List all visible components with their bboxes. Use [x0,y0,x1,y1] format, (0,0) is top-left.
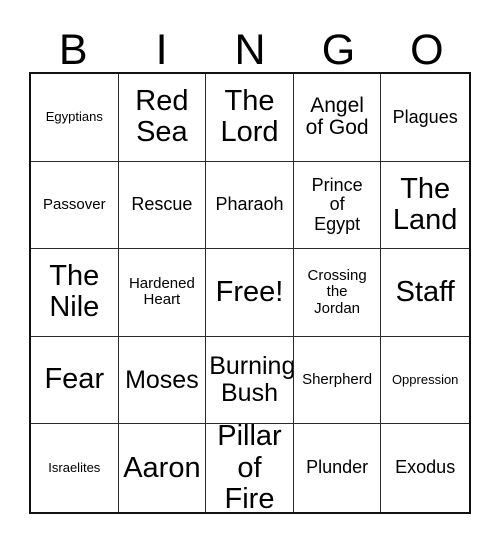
bingo-cell-label: Passover [43,195,106,213]
bingo-cell-label: Plagues [392,106,458,127]
bingo-cell[interactable]: Hardened Heart [118,249,207,337]
bingo-cell[interactable]: The Land [381,161,469,250]
bingo-cell[interactable]: Pharaoh [206,161,294,250]
bingo-cell-label: Free! [215,275,284,308]
bingo-cell-label: The Lord [220,84,279,149]
bingo-cell[interactable]: Fear [31,336,119,425]
bingo-cell-label: Aaron [123,451,201,484]
bingo-header-letter-g: G [321,26,356,74]
bingo-cell-label: The Land [392,172,458,236]
bingo-cell[interactable]: Rescue [118,161,207,250]
bingo-header-letter-b: B [58,26,88,74]
bingo-cell-label: Exodus [395,457,456,478]
bingo-cell[interactable]: Aaron [118,424,207,512]
bingo-header-letter-o: O [410,26,444,74]
bingo-cell-label: The Nile [49,260,100,324]
bingo-cell[interactable]: Oppression [381,336,469,425]
bingo-cell-label: Israelites [48,460,101,476]
bingo-cell-label: Prince of Egypt [311,174,363,234]
bingo-cell[interactable]: Passover [31,161,119,250]
bingo-cell-label: Pharaoh [215,194,284,215]
bingo-header-row: B I N G O [29,18,471,72]
bingo-cell-label: Hardened Heart [128,275,195,309]
bingo-cell[interactable]: Plunder [293,424,382,512]
bingo-cell[interactable]: The Lord [206,74,294,162]
bingo-cell-label: Fear [44,363,105,396]
bingo-cell[interactable]: Egyptians [31,74,119,162]
bingo-cell-label: Egyptians [45,109,103,125]
bingo-header-letter-n: N [234,26,266,74]
bingo-cell-label: Red Sea [135,84,189,149]
bingo-cell[interactable]: Moses [118,336,207,425]
bingo-cell-label: Angel of God [305,93,369,140]
bingo-cell-label: Plunder [306,457,369,478]
bingo-cell-label: Burning Bush [209,352,294,408]
bingo-cell-label: Moses [125,365,199,394]
bingo-cell[interactable]: Staff [381,249,469,337]
bingo-card: B I N G O Egyptians Red Sea The Lord Ang… [29,18,471,514]
bingo-cell[interactable]: Exodus [381,424,469,512]
bingo-cell[interactable]: Burning Bush [206,336,294,425]
bingo-cell[interactable]: Plagues [381,74,469,162]
bingo-cell-label: Pillar of Fire [217,424,282,512]
bingo-cell-label: Staff [395,275,455,308]
bingo-cell-free[interactable]: Free! [206,249,294,337]
bingo-cell[interactable]: The Nile [31,249,119,337]
bingo-cell[interactable]: Israelites [31,424,119,512]
bingo-cell-label: Sherpherd [302,371,373,388]
bingo-cell[interactable]: Pillar of Fire [206,424,294,512]
bingo-cell[interactable]: Crossing the Jordan [293,249,382,337]
bingo-cell-label: Oppression [391,372,459,388]
bingo-cell[interactable]: Angel of God [293,74,382,162]
bingo-cell-label: Crossing the Jordan [307,267,367,317]
bingo-cell[interactable]: Sherpherd [293,336,382,425]
bingo-cell-label: Rescue [131,194,193,215]
bingo-grid: Egyptians Red Sea The Lord Angel of God … [29,72,471,514]
bingo-header-letter-i: I [155,26,168,74]
bingo-cell[interactable]: Red Sea [118,74,207,162]
bingo-cell[interactable]: Prince of Egypt [293,161,382,250]
